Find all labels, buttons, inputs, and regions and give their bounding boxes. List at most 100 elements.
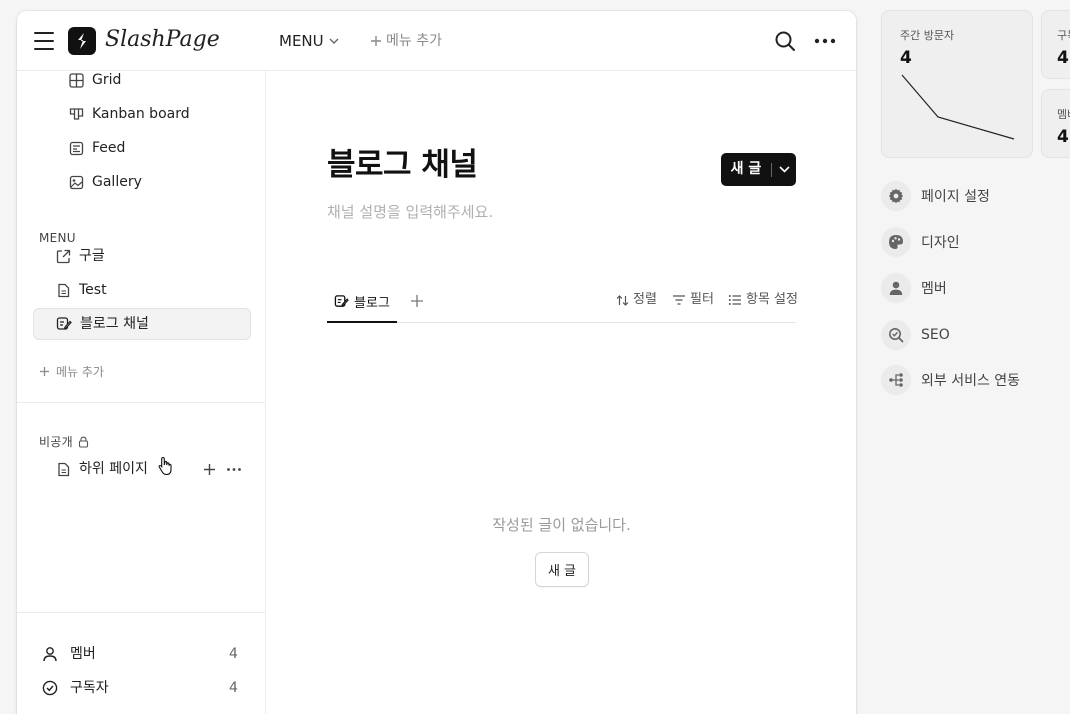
sidebar-footer-members[interactable]: 멤버: [42, 645, 96, 663]
sidebar-item-label: 블로그 채널: [80, 316, 149, 332]
sidebar-item-label: 하위 페이지: [79, 461, 148, 477]
new-post-dropdown-toggle[interactable]: [772, 166, 796, 173]
seo-item[interactable]: SEO: [881, 320, 950, 350]
sidebar-view-grid[interactable]: Grid: [69, 71, 121, 89]
sidebar-view-label: Feed: [92, 140, 126, 156]
subscribers-stat-card[interactable]: 구독자 4: [1041, 10, 1070, 79]
private-section-label: 비공개: [39, 435, 74, 449]
tab-blog[interactable]: 블로그: [327, 281, 397, 323]
palette-icon: [881, 227, 911, 257]
top-header: SlashPage MENU 메뉴 추가: [17, 11, 856, 71]
stat-value: 4: [1057, 127, 1069, 147]
stat-value: 4: [900, 48, 912, 68]
external-link-icon: [56, 249, 71, 263]
weekly-visitors-card[interactable]: 주간 방문자 4: [881, 10, 1033, 158]
integration-icon: [881, 365, 911, 395]
design-label: 디자인: [921, 235, 960, 251]
sidebar-divider: [17, 612, 266, 613]
members-count: 4: [229, 646, 238, 662]
seo-label: SEO: [921, 327, 950, 343]
sidebar-view-label: Grid: [92, 72, 122, 88]
sidebar-add-menu-button[interactable]: 메뉴 추가: [39, 363, 104, 380]
sidebar-view-label: Gallery: [92, 174, 142, 190]
members-settings-item[interactable]: 멤버: [881, 273, 947, 303]
menu-dropdown-label: MENU: [279, 32, 324, 50]
private-section-heading: 비공개: [39, 433, 89, 450]
add-tab-button[interactable]: [407, 291, 427, 311]
menu-dropdown[interactable]: MENU: [279, 31, 339, 51]
slashpage-logo-icon[interactable]: [68, 27, 96, 55]
blog-edit-icon: [56, 317, 72, 330]
search-icon[interactable]: [774, 30, 796, 52]
sidebar-item-subpage[interactable]: 하위 페이지: [56, 460, 148, 478]
plus-icon: [411, 295, 423, 307]
blog-edit-icon: [334, 294, 349, 307]
visitors-sparkline: [901, 74, 1015, 140]
members-settings-label: 멤버: [921, 281, 947, 297]
document-icon: [58, 462, 70, 476]
design-item[interactable]: 디자인: [881, 227, 960, 257]
filter-button[interactable]: 필터: [672, 291, 714, 309]
channel-description-input[interactable]: 채널 설명을 입력해주세요.: [327, 202, 493, 222]
gear-icon: [881, 181, 911, 211]
menu-section-heading: MENU: [39, 231, 76, 245]
subpage-more-icon[interactable]: [226, 463, 242, 476]
field-settings-button[interactable]: 항목 설정: [728, 291, 798, 309]
members-stat-card[interactable]: 멤버 4: [1041, 89, 1070, 158]
main-content: 블로그 채널 채널 설명을 입력해주세요. 새 글 블로그 정렬 필터 항목 설…: [267, 71, 856, 714]
stat-title: 멤버: [1057, 108, 1070, 121]
plus-icon: [371, 36, 381, 46]
sidebar-view-gallery[interactable]: Gallery: [69, 173, 142, 191]
page-settings-item[interactable]: 페이지 설정: [881, 181, 990, 211]
sidebar-item-label: Test: [79, 282, 107, 298]
document-icon: [58, 283, 70, 297]
tab-blog-label: 블로그: [354, 295, 390, 311]
seo-search-icon: [881, 320, 911, 350]
new-post-button-label[interactable]: 새 글: [721, 153, 771, 186]
sort-button[interactable]: 정렬: [616, 291, 657, 309]
sidebar-footer-label: 멤버: [70, 646, 96, 662]
field-settings-label: 항목 설정: [746, 292, 798, 307]
add-subpage-plus-icon[interactable]: [203, 463, 216, 476]
person-icon: [881, 273, 911, 303]
chevron-down-icon: [778, 166, 790, 173]
list-icon: [728, 295, 741, 305]
empty-state-message: 작성된 글이 없습니다.: [492, 516, 631, 534]
stat-value: 4: [1057, 48, 1069, 68]
app-window: SlashPage MENU 메뉴 추가 Grid Kanban board F…: [17, 11, 856, 714]
stat-title: 주간 방문자: [900, 29, 955, 42]
tabs-divider: [327, 322, 796, 323]
sidebar-item-label: 구글: [79, 248, 105, 264]
plus-icon: [40, 367, 49, 376]
integrations-label: 외부 서비스 연동: [921, 373, 1021, 389]
sidebar-item-google[interactable]: 구글: [56, 247, 105, 265]
kanban-icon: [69, 107, 84, 120]
grid-icon: [69, 72, 84, 88]
sidebar-footer-label: 구독자: [70, 680, 109, 696]
sidebar-item-blog-channel[interactable]: 블로그 채널: [56, 315, 149, 333]
integrations-item[interactable]: 외부 서비스 연동: [881, 365, 1020, 395]
app-name[interactable]: SlashPage: [105, 25, 220, 55]
add-menu-button[interactable]: 메뉴 추가: [370, 31, 442, 51]
person-icon: [43, 647, 57, 662]
sidebar: Grid Kanban board Feed Gallery MENU 구글 T…: [17, 71, 266, 714]
empty-new-post-button[interactable]: 새 글: [535, 552, 589, 587]
sidebar-footer-subscribers[interactable]: 구독자: [42, 679, 109, 697]
new-post-split-button[interactable]: 새 글: [721, 153, 796, 186]
hand-pointer-cursor-icon: [158, 456, 172, 476]
filter-label: 필터: [690, 292, 714, 307]
check-circle-icon: [42, 680, 58, 696]
lock-icon: [78, 436, 89, 448]
sidebar-view-feed[interactable]: Feed: [69, 139, 125, 157]
page-title[interactable]: 블로그 채널: [327, 145, 478, 185]
filter-icon: [673, 295, 685, 305]
gallery-icon: [69, 175, 84, 189]
page-settings-label: 페이지 설정: [921, 189, 990, 205]
more-options-icon[interactable]: [813, 30, 837, 52]
sidebar-item-test[interactable]: Test: [56, 281, 107, 299]
sidebar-view-kanban[interactable]: Kanban board: [69, 105, 190, 123]
sort-arrows-icon: [616, 294, 629, 306]
stat-title: 구독자: [1057, 29, 1070, 42]
chevron-down-icon: [329, 38, 339, 44]
hamburger-menu-icon[interactable]: [34, 32, 54, 50]
